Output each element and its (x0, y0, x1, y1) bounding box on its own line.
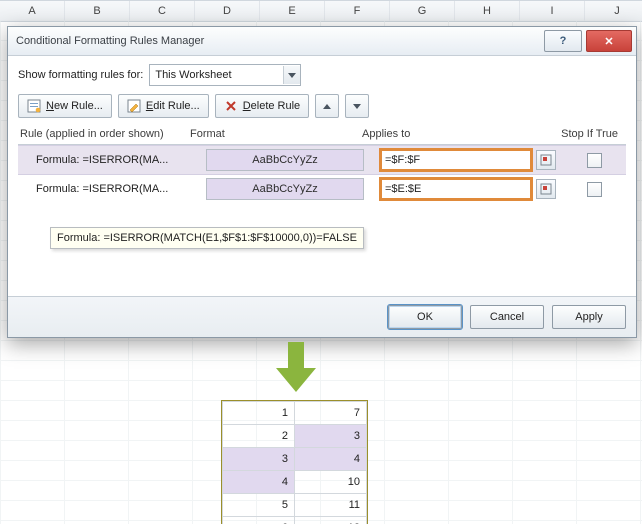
cell[interactable]: 3 (295, 425, 367, 448)
arrow-down-illustration (276, 342, 316, 394)
move-down-button[interactable] (345, 94, 369, 118)
cell[interactable]: 5 (223, 494, 295, 517)
close-button[interactable]: ✕ (586, 30, 632, 52)
col-header[interactable]: H (455, 1, 520, 21)
applies-to-input[interactable]: =$F:$F (380, 149, 532, 171)
range-picker-icon (540, 183, 552, 195)
show-rules-label: Show formatting rules for: (18, 69, 143, 81)
applies-to-input[interactable]: =$E:$E (380, 178, 532, 200)
delete-rule-button[interactable]: Delete Rule (215, 94, 310, 118)
arrow-up-icon (323, 104, 331, 109)
toolbar: NNew Rule...ew Rule... Edit Rule... Dele… (18, 94, 626, 118)
rule-label: Formula: =ISERROR(MA... (18, 183, 206, 195)
ok-button[interactable]: OK (388, 305, 462, 329)
dialog-titlebar: Conditional Formatting Rules Manager ? ✕ (8, 27, 636, 56)
col-header[interactable]: G (390, 1, 455, 21)
rules-list-header: Rule (applied in order shown) Format App… (18, 124, 626, 145)
rule-row[interactable]: Formula: =ISERROR(MA... AaBbCcYyZz =$F:$… (18, 145, 626, 175)
col-header[interactable]: J (585, 1, 642, 21)
col-header[interactable]: D (195, 1, 260, 21)
stop-if-true-checkbox[interactable] (587, 182, 602, 197)
move-up-button[interactable] (315, 94, 339, 118)
range-picker-button[interactable] (536, 150, 556, 170)
stop-if-true-checkbox[interactable] (587, 153, 602, 168)
edit-rule-button[interactable]: Edit Rule... (118, 94, 209, 118)
format-preview: AaBbCcYyZz (206, 178, 364, 200)
apply-button[interactable]: Apply (552, 305, 626, 329)
formula-tooltip: Formula: =ISERROR(MATCH(E1,$F$1:$F$10000… (50, 227, 364, 249)
col-applies: Applies to (362, 128, 558, 140)
col-stop: Stop If True (558, 128, 624, 140)
col-header[interactable]: I (520, 1, 585, 21)
chevron-down-icon (283, 66, 300, 84)
cell[interactable]: 3 (223, 448, 295, 471)
cancel-button[interactable]: Cancel (470, 305, 544, 329)
col-header[interactable]: F (325, 1, 390, 21)
col-rule: Rule (applied in order shown) (20, 128, 190, 140)
cell[interactable]: 10 (295, 471, 367, 494)
range-picker-button[interactable] (536, 179, 556, 199)
help-button[interactable]: ? (544, 30, 582, 52)
rules-manager-dialog: Conditional Formatting Rules Manager ? ✕… (7, 26, 637, 338)
cell[interactable]: 1 (223, 402, 295, 425)
format-preview: AaBbCcYyZz (206, 149, 364, 171)
help-icon: ? (560, 35, 567, 47)
col-header[interactable]: A (0, 1, 65, 21)
rule-label: Formula: =ISERROR(MA... (18, 154, 206, 166)
col-header[interactable]: B (65, 1, 130, 21)
edit-rule-icon (127, 99, 141, 113)
rule-row[interactable]: Formula: =ISERROR(MA... AaBbCcYyZz =$E:$… (18, 175, 626, 203)
cell[interactable]: 2 (223, 425, 295, 448)
cell[interactable]: 12 (295, 517, 367, 524)
scope-value: This Worksheet (150, 69, 283, 81)
close-icon: ✕ (604, 35, 613, 48)
arrow-down-icon (353, 104, 361, 109)
cell[interactable]: 7 (295, 402, 367, 425)
cell[interactable]: 11 (295, 494, 367, 517)
result-table: 172334410511612 (221, 400, 368, 524)
col-header[interactable]: E (260, 1, 325, 21)
cell[interactable]: 6 (223, 517, 295, 524)
cell[interactable]: 4 (223, 471, 295, 494)
col-format: Format (190, 128, 362, 140)
new-rule-button[interactable]: NNew Rule...ew Rule... (18, 94, 112, 118)
range-picker-icon (540, 154, 552, 166)
dialog-title: Conditional Formatting Rules Manager (16, 35, 540, 47)
delete-rule-icon (224, 99, 238, 113)
col-header[interactable]: C (130, 1, 195, 21)
column-headers: A B C D E F G H I J K (0, 0, 642, 22)
new-rule-icon (27, 99, 41, 113)
dialog-footer: OK Cancel Apply (8, 296, 636, 337)
scope-combo[interactable]: This Worksheet (149, 64, 301, 86)
cell[interactable]: 4 (295, 448, 367, 471)
